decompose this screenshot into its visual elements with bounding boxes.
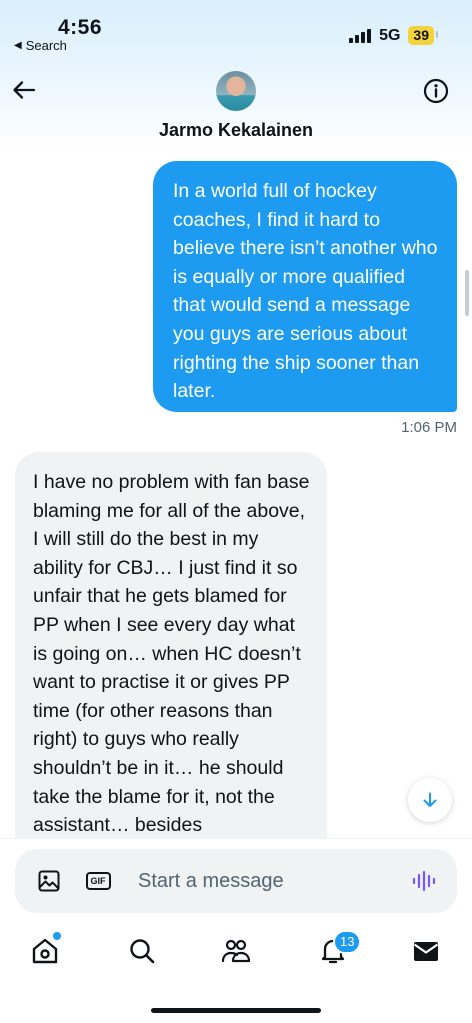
image-icon (38, 870, 60, 892)
home-icon (32, 938, 58, 964)
nav-communities[interactable] (219, 934, 253, 968)
search-icon (130, 939, 155, 964)
message-input[interactable] (138, 865, 398, 897)
status-back-label: Search (25, 38, 67, 53)
info-icon (423, 78, 449, 104)
gif-button[interactable]: GIF (85, 868, 111, 894)
image-button[interactable] (36, 868, 62, 894)
nav-messages[interactable] (409, 934, 443, 968)
status-time: 4:56 (58, 16, 103, 39)
incoming-message-bubble[interactable]: I have no problem with fan base blaming … (15, 452, 327, 872)
battery-icon: 39 (408, 26, 438, 45)
back-button[interactable] (10, 76, 38, 104)
status-back-to-search[interactable]: ◀ Search (14, 38, 67, 53)
voice-waveform-icon (412, 870, 436, 892)
conversation-info-button[interactable] (422, 77, 450, 105)
nav-search[interactable] (125, 934, 159, 968)
gif-icon: GIF (85, 872, 111, 890)
status-indicators: 5G 39 (349, 26, 438, 45)
network-type: 5G (379, 26, 401, 44)
contact-name[interactable]: Jarmo Kekalainen (0, 120, 472, 141)
scrollbar[interactable] (465, 270, 469, 316)
notifications-count-badge: 13 (333, 930, 362, 954)
back-triangle-icon: ◀ (14, 40, 22, 51)
voice-message-button[interactable] (411, 868, 437, 894)
arrow-down-icon (423, 792, 437, 807)
communities-icon (221, 939, 251, 963)
message-timestamp: 1:06 PM (401, 419, 457, 436)
scroll-to-bottom-button[interactable] (408, 778, 452, 822)
contact-avatar[interactable] (216, 71, 256, 111)
home-unread-dot (53, 932, 61, 940)
arrow-left-icon (13, 81, 36, 99)
messages-icon (413, 942, 439, 961)
outgoing-message-bubble[interactable]: In a world full of hockey coaches, I fin… (153, 161, 457, 412)
home-indicator (151, 1008, 321, 1013)
signal-icon (349, 28, 372, 43)
message-composer: GIF (15, 849, 457, 913)
